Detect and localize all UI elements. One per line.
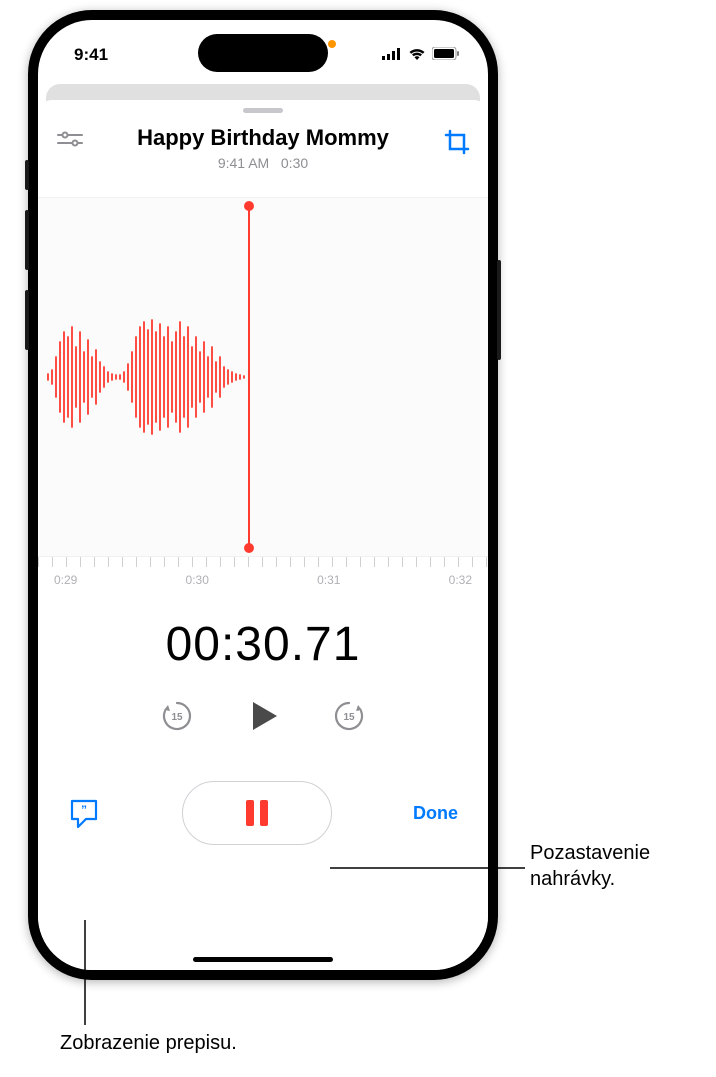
svg-text:15: 15 [171,712,183,723]
recording-sheet: Happy Birthday Mommy 9:41 AM 0:30 [38,100,488,970]
cellular-icon [382,45,402,65]
phone-frame: 9:41 [28,10,498,980]
home-indicator[interactable] [193,957,333,962]
dynamic-island [198,34,328,72]
screen: 9:41 [38,20,488,970]
power-button[interactable] [497,260,501,360]
callout-transcript: Zobrazenie prepisu. [60,1030,237,1056]
pause-icon [246,800,268,826]
play-button[interactable] [243,696,283,741]
skip-back-15-button[interactable]: 15 [159,698,195,739]
recording-title[interactable]: Happy Birthday Mommy [137,125,389,151]
status-time: 9:41 [74,45,108,65]
timeline-labels: 0:29 0:30 0:31 0:32 [38,567,488,587]
transport-controls: 15 15 [38,696,488,741]
done-button[interactable]: Done [413,803,458,824]
mute-switch[interactable] [25,160,29,190]
wifi-icon [408,45,426,65]
callout-pause: Pozastavenie nahrávky. [530,840,710,892]
callout-line-pause [330,858,530,888]
tick-2: 0:31 [317,573,340,587]
tick-1: 0:30 [186,573,209,587]
waveform-view[interactable] [38,197,488,557]
pause-recording-button[interactable] [182,781,332,845]
trim-button[interactable] [444,129,470,155]
waveform-icon [38,302,278,452]
recording-meta: 9:41 AM 0:30 [137,155,389,171]
volume-down-button[interactable] [25,290,29,350]
svg-text:”: ” [81,803,87,817]
transcript-button[interactable]: ” [68,797,100,829]
playback-settings-button[interactable] [56,131,84,151]
battery-icon [432,45,460,65]
callout-line-transcript [80,920,110,1030]
volume-up-button[interactable] [25,210,29,270]
recording-indicator-icon [328,40,336,48]
timeline-ticks [38,557,488,567]
playhead-icon[interactable] [248,206,250,548]
tick-3: 0:32 [449,573,472,587]
skip-forward-15-button[interactable]: 15 [331,698,367,739]
recording-meta-duration: 0:30 [281,155,308,171]
sheet-grabber[interactable] [243,108,283,113]
current-time: 00:30.71 [38,617,488,672]
svg-text:15: 15 [343,712,355,723]
tick-0: 0:29 [54,573,77,587]
recording-meta-time: 9:41 AM [218,155,269,171]
